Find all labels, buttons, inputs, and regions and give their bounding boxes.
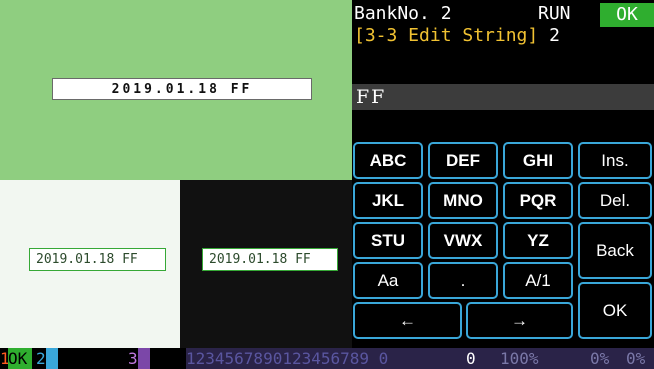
key-case-toggle[interactable]: Aa [353,262,423,299]
ok-status-badge: OK [600,3,654,27]
status-percent-main: 100% [500,349,539,368]
status-percent-secondary: 0% [590,349,610,368]
key-jkl[interactable]: JKL [353,182,423,219]
key-ghi[interactable]: GHI [503,142,573,179]
status-bar: 1 OK 2 3 1234567890123456789 0 0 100% 0%… [0,348,654,369]
slot2-indicator [46,348,58,369]
bank-number-label: BankNo. 2 [354,3,452,24]
key-abc[interactable]: ABC [353,142,423,179]
key-pqr[interactable]: PQR [503,182,573,219]
run-status-label: RUN [538,3,571,24]
key-back[interactable]: Back [578,222,652,279]
menu-title: [3-3 Edit String] [354,25,539,46]
preview-light-text: 2019.01.18 FF [29,248,166,271]
preview-dark-text: 2019.01.18 FF [202,248,338,271]
key-cursor-right[interactable]: → [466,302,573,339]
key-delete[interactable]: Del. [578,182,652,219]
key-cursor-left[interactable]: ← [353,302,462,339]
header-row: BankNo. 2 RUN OK [354,3,654,27]
status-counter: 0 [466,349,476,368]
status-percent-tertiary: 0% [626,349,646,368]
menu-index: 2 [549,25,560,46]
key-insert[interactable]: Ins. [578,142,652,179]
key-vwx[interactable]: VWX [428,222,498,259]
slot3-number: 3 [128,349,138,368]
slot1-number: 1 [0,349,10,368]
key-mno[interactable]: MNO [428,182,498,219]
key-def[interactable]: DEF [428,142,498,179]
key-dot[interactable]: . [428,262,498,299]
key-stu[interactable]: STU [353,222,423,259]
key-ok[interactable]: OK [578,282,652,339]
key-alnum-toggle[interactable]: A/1 [503,262,573,299]
preview-main-text: 2019.01.18 FF [52,78,312,100]
string-edit-field[interactable]: FF [352,84,654,110]
status-digits: 1234567890123456789 0 [186,349,389,368]
menu-title-row: [3-3 Edit String] 2 [354,25,654,49]
key-yz[interactable]: YZ [503,222,573,259]
slot3-indicator [138,348,150,369]
slot2-number: 2 [36,349,46,368]
slot1-status: OK [8,348,32,369]
